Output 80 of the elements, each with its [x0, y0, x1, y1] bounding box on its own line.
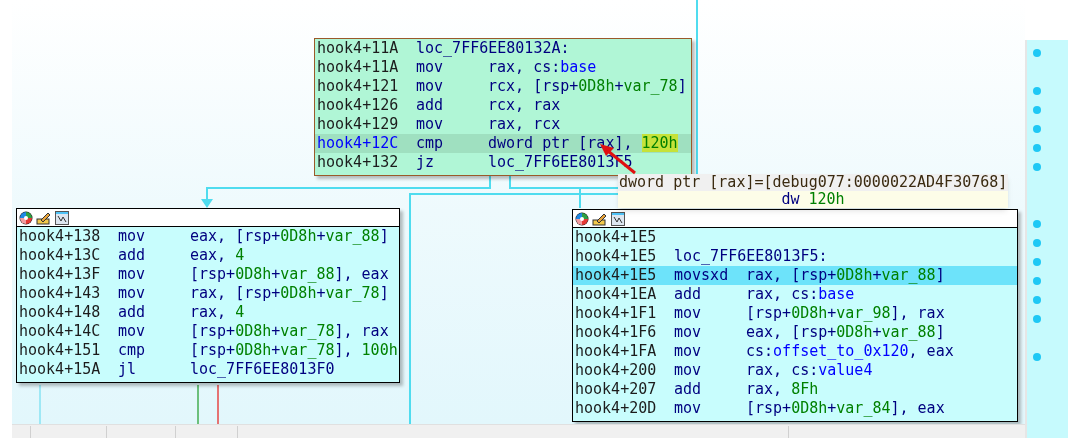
address-label: hook4+1F1 [575, 304, 658, 323]
address-label: hook4+143 [19, 284, 102, 303]
address-label: hook4+1E5 [575, 228, 658, 247]
tooltip-value: dw 120h [781, 191, 845, 208]
mnemonic: mov [118, 284, 147, 303]
operands: rax, [rsp+0D8h+var_78] [190, 284, 389, 303]
mnemonic: add [118, 246, 147, 265]
address-label: hook4+151 [19, 341, 102, 360]
operands: rcx, [rsp+0D8h+var_78] [488, 77, 687, 96]
mnemonic: mov [416, 115, 445, 134]
mnemonic: mov [416, 77, 445, 96]
operands: rax, 8Fh [746, 380, 819, 399]
address-label: hook4+1FA [575, 342, 658, 361]
edge-line [39, 384, 41, 425]
mnemonic: jl [118, 360, 138, 379]
address-label: hook4+1E5 [575, 247, 658, 266]
operands: rcx, rax [488, 96, 561, 115]
operands: rax, rcx [488, 115, 561, 134]
address-label: hook4+13C [19, 246, 102, 265]
mnemonic: mov [674, 323, 703, 342]
tooltip-title: dword ptr [rax]=[debug077:0000022AD4F30768] [618, 174, 1008, 191]
address-label: hook4+132 [317, 153, 400, 172]
address-label: hook4+11A [317, 58, 400, 77]
mnemonic: mov [674, 399, 703, 418]
mnemonic: mov [416, 58, 445, 77]
operands: cs:offset_to_0x120, eax [746, 342, 954, 361]
mnemonic: jz [416, 153, 436, 172]
mnemonic: add [118, 303, 147, 322]
code-label: loc_7FF6EE8013F5: [674, 247, 828, 266]
mnemonic: cmp [416, 134, 445, 153]
address-label: hook4+126 [317, 96, 400, 115]
address-label: hook4+148 [19, 303, 102, 322]
edge-line [197, 384, 199, 425]
address-label: hook4+20D [575, 399, 658, 418]
color-wheel-icon[interactable] [575, 211, 589, 226]
operands: rax, 4 [190, 303, 245, 322]
graph-icon[interactable] [55, 210, 69, 225]
mnemonic: mov [674, 304, 703, 323]
pencil-icon[interactable] [592, 211, 608, 226]
operands: rax, cs:value4 [746, 361, 873, 380]
address-label: hook4+207 [575, 380, 658, 399]
mnemonic: add [674, 285, 703, 304]
mnemonic: mov [674, 342, 703, 361]
address-label: hook4+13F [19, 265, 102, 284]
address-label: hook4+15A [19, 360, 102, 379]
pencil-icon[interactable] [36, 210, 52, 225]
operands: eax, [rsp+0D8h+var_88] [190, 227, 389, 246]
mnemonic: mov [118, 227, 147, 246]
mnemonic: mov [674, 361, 703, 380]
operands: [rsp+0D8h+var_78], 100h [190, 341, 398, 360]
mnemonic: mov [118, 265, 147, 284]
address-label: hook4+12C [317, 134, 400, 153]
mnemonic: movsxd [674, 266, 730, 285]
operands: eax, [rsp+0D8h+var_88] [746, 323, 945, 342]
operands: loc_7FF6EE8013F0 [190, 360, 335, 379]
address-label: hook4+129 [317, 115, 400, 134]
address-label: hook4+1E5 [575, 266, 658, 285]
operands: [rsp+0D8h+var_98], rax [746, 304, 945, 323]
operands: [rsp+0D8h+var_88], eax [190, 265, 389, 284]
code-label: loc_7FF6EE80132A: [416, 39, 570, 58]
address-label: hook4+200 [575, 361, 658, 380]
address-label: hook4+1F6 [575, 323, 658, 342]
color-wheel-icon[interactable] [19, 210, 33, 225]
address-label: hook4+14C [19, 322, 102, 341]
address-label: hook4+11A [317, 39, 400, 58]
address-label: hook4+138 [19, 227, 102, 246]
graph-icon[interactable] [611, 211, 625, 226]
operands: [rsp+0D8h+var_84], eax [746, 399, 945, 418]
mnemonic: add [416, 96, 445, 115]
operands: [rsp+0D8h+var_78], rax [190, 322, 389, 341]
mnemonic: add [674, 380, 703, 399]
operands: rax, [rsp+0D8h+var_88] [746, 266, 945, 285]
operands: eax, 4 [190, 246, 245, 265]
address-label: hook4+121 [317, 77, 400, 96]
mnemonic: mov [118, 322, 147, 341]
operands: rax, cs:base [746, 285, 855, 304]
mnemonic: cmp [118, 341, 147, 360]
address-label: hook4+1EA [575, 285, 658, 304]
operands: rax, cs:base [488, 58, 597, 77]
edge-line [217, 384, 219, 425]
